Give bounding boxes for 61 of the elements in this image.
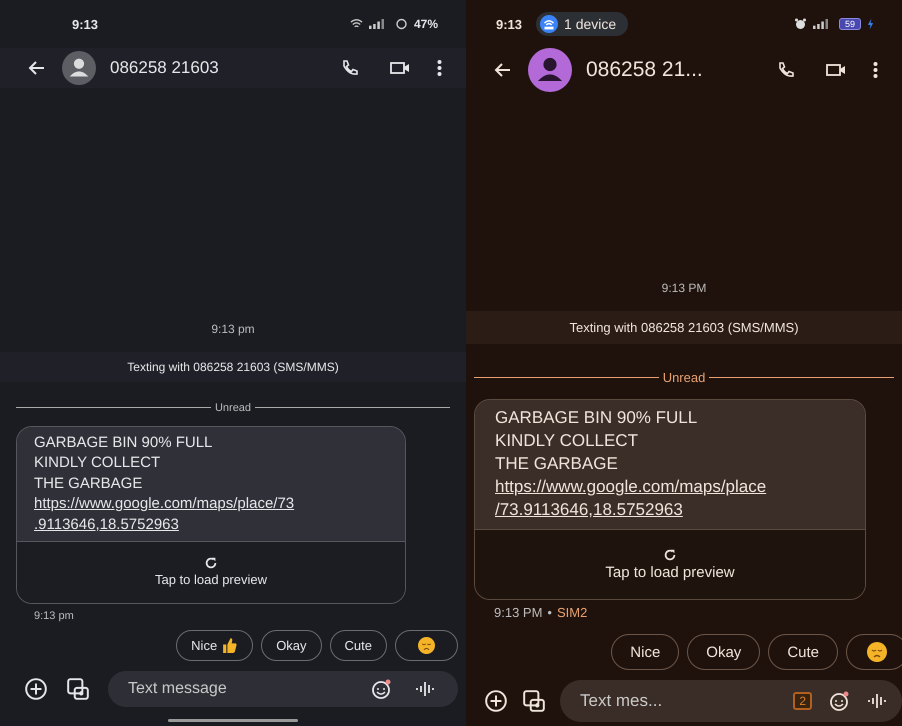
message-field[interactable]: Text mes... 2 [560,680,902,722]
message-input-field[interactable]: Text message [126,679,348,699]
preview-label: Tap to load preview [154,572,267,587]
message-text: THE GARBAGE [495,453,619,475]
preview-label: Tap to load preview [605,564,735,581]
sad-face-icon [418,637,435,654]
device-icon [540,15,558,33]
emoji-icon[interactable] [370,678,392,700]
battery-level: 47% [414,17,438,31]
reply-chip[interactable]: Okay [687,634,760,670]
battery-level: 59 [838,18,861,30]
unread-label: Unread [214,402,252,414]
wifi-icon [350,18,363,30]
add-icon[interactable] [24,677,48,701]
load-preview-button[interactable]: Tap to load preview [17,541,405,603]
message-text: KINDLY COLLECT [34,453,162,473]
unread-label: Unread [662,370,706,385]
sent-time: 9:13 PM [494,605,542,620]
reply-chip[interactable]: Nice [611,634,680,670]
message-text: THE GARBAGE [34,474,144,494]
avatar-icon [528,48,572,92]
sad-face-icon [867,642,887,662]
emoji-icon[interactable] [828,690,850,712]
message-text: GARBAGE BIN 90% FULL [34,432,214,452]
separator-dot: • [547,605,552,620]
avatar-icon [62,51,96,85]
device-pill[interactable]: 1 device [536,12,628,36]
message-field[interactable]: Text message [108,671,458,707]
message-input-field[interactable]: Text mes... [578,690,778,712]
message-timestamp: 9:13 pm [210,322,256,336]
reply-chip[interactable] [846,634,902,670]
reply-chip[interactable]: Nice [176,630,254,661]
message-text: GARBAGE BIN 90% FULL [495,407,698,429]
message-text: KINDLY COLLECT [495,430,639,452]
reply-chip[interactable]: Okay [261,630,322,661]
load-preview-button[interactable]: Tap to load preview [475,529,865,599]
map-link[interactable]: https://www.google.com/maps/place [495,475,847,498]
battery-icon [394,18,408,30]
refresh-icon [204,556,218,570]
contact-name: 086258 21603 [110,58,219,78]
more-menu-icon[interactable] [437,58,442,78]
map-link[interactable]: .9113646,18.5752963 [34,514,389,535]
sim-label: SIM2 [556,605,588,620]
reply-chip[interactable]: Cute [330,630,387,661]
status-time: 9:13 [496,16,522,32]
charging-icon [867,18,874,30]
conversation-banner: Texting with 086258 21603 (SMS/MMS) [466,311,902,344]
contact-name: 086258 21... [586,58,703,82]
reply-chip[interactable]: Cute [768,634,838,670]
sent-time: 9:13 pm [34,610,74,622]
status-time: 9:13 [72,16,98,32]
sim-badge[interactable]: 2 [793,692,812,710]
reply-chip[interactable] [395,630,458,661]
refresh-icon [663,548,677,562]
add-icon[interactable] [484,689,508,713]
map-link[interactable]: https://www.google.com/maps/place/73 [34,494,389,514]
conversation-banner: Texting with 086258 21603 (SMS/MMS) [0,352,466,382]
map-link[interactable]: /73.9113646,18.5752963 [495,498,847,521]
more-menu-icon[interactable] [873,60,878,80]
thumbs-up-icon [221,637,238,654]
message-timestamp: 9:13 PM [660,281,708,295]
